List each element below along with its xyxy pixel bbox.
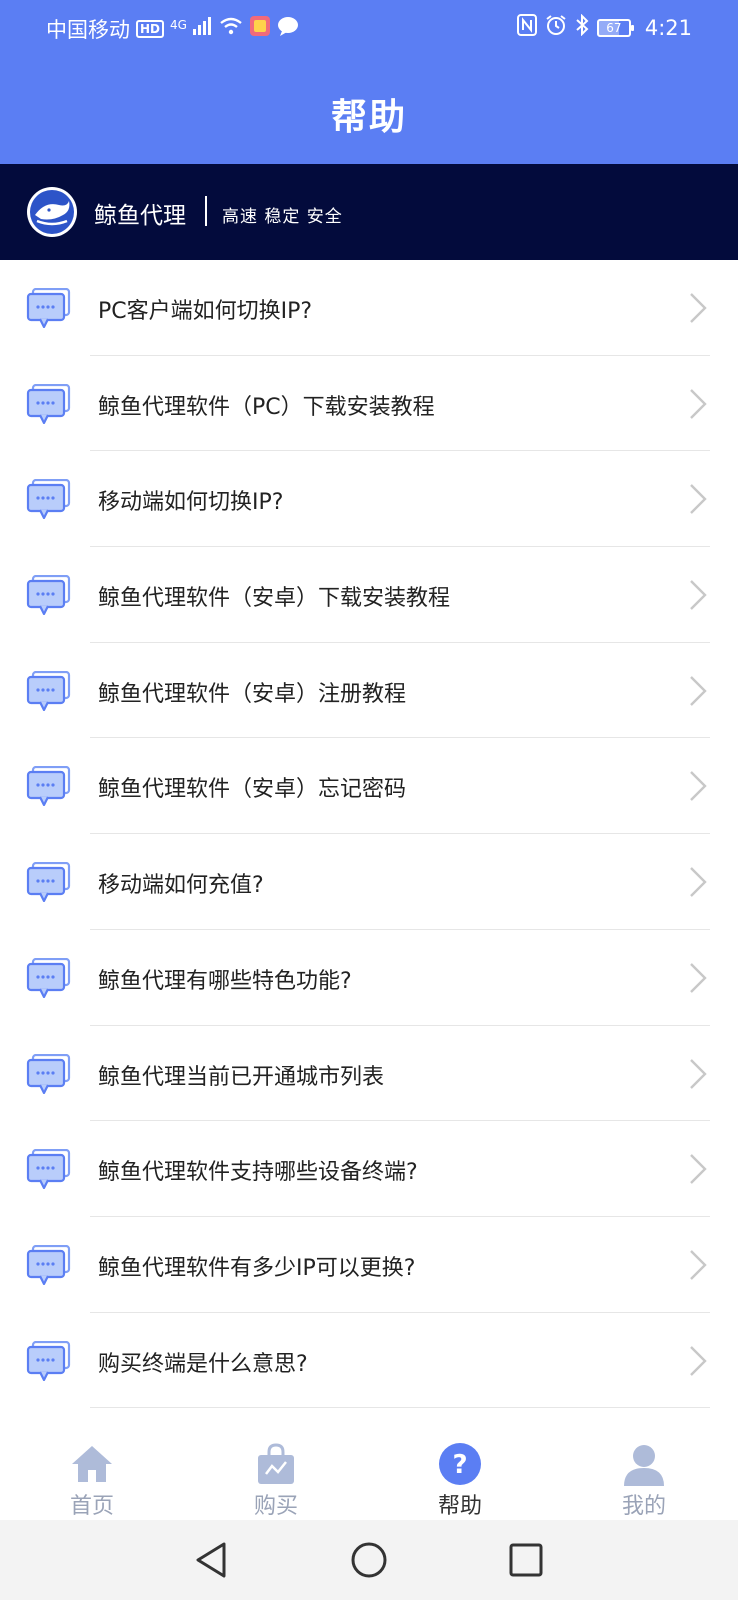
faq-item[interactable]: 鲸鱼代理当前已开通城市列表 [0, 1026, 738, 1122]
faq-item[interactable]: 购买终端是什么意思? [0, 1313, 738, 1409]
chat-bubble-icon [26, 479, 72, 520]
brand-name: 鲸鱼代理 [94, 203, 186, 229]
status-left: 中国移动 HD 4G [46, 14, 299, 44]
chevron-right-icon [688, 292, 708, 324]
chevron-right-icon [688, 1345, 708, 1377]
tab-help[interactable]: ? 帮助 [368, 1432, 552, 1520]
bluetooth-icon [575, 13, 589, 42]
faq-question: 鲸鱼代理软件（安卓）忘记密码 [98, 777, 407, 803]
chat-bubble-icon [26, 766, 72, 807]
faq-item[interactable]: 鲸鱼代理软件（安卓）下载安装教程 [0, 547, 738, 643]
chat-bubble-icon [26, 1340, 72, 1381]
chevron-right-icon [688, 388, 708, 420]
shopping-bag-icon [254, 1442, 298, 1486]
faq-question: 购买终端是什么意思? [98, 1351, 308, 1377]
faq-item[interactable]: 移动端如何充值? [0, 834, 738, 930]
faq-item[interactable]: 鲸鱼代理软件支持哪些设备终端? [0, 1121, 738, 1217]
tab-home[interactable]: 首页 [0, 1432, 184, 1520]
chevron-right-icon [688, 1249, 708, 1281]
tab-label: 我的 [621, 1494, 666, 1519]
faq-list: PC客户端如何切换IP? 鲸鱼代理软件（PC）下载安装教程 移动端如何切换IP? 鲸鱼… [0, 260, 738, 1409]
chat-bubble-icon [26, 1244, 72, 1285]
nfc-icon [516, 14, 537, 42]
home-icon [70, 1442, 114, 1486]
carrier-label: 中国移动 [46, 18, 130, 42]
recents-icon[interactable] [504, 1538, 548, 1582]
faq-question: 鲸鱼代理软件有多少IP可以更换? [98, 1255, 416, 1281]
faq-item[interactable]: 鲸鱼代理软件有多少IP可以更换? [0, 1217, 738, 1313]
chevron-right-icon [688, 483, 708, 515]
signal-icon [192, 17, 213, 41]
brand-banner: 鲸鱼代理 高速 稳定 安全 [0, 164, 738, 260]
divider [90, 1407, 710, 1409]
faq-question: 鲸鱼代理有哪些特色功能? [98, 968, 352, 994]
brand-divider [205, 196, 207, 226]
tab-label: 帮助 [437, 1494, 482, 1519]
chevron-right-icon [688, 962, 708, 994]
faq-item[interactable]: 鲸鱼代理软件（PC）下载安装教程 [0, 356, 738, 452]
help-icon: ? [438, 1442, 482, 1486]
chat-bubble-icon [26, 574, 72, 616]
chevron-right-icon [688, 1058, 708, 1090]
app-header: 帮助 [0, 58, 738, 164]
faq-question: 鲸鱼代理当前已开通城市列表 [98, 1064, 385, 1090]
chat-bubble-icon [26, 957, 72, 998]
app-notification-icon [249, 15, 271, 43]
faq-question: 移动端如何充值? [98, 873, 264, 899]
chat-bubble-icon [26, 383, 72, 424]
hd-badge: HD [136, 20, 165, 38]
faq-item[interactable]: 鲸鱼代理软件（安卓）忘记密码 [0, 738, 738, 835]
chevron-right-icon [688, 579, 708, 611]
clock: 4:21 [644, 16, 692, 40]
chat-bubble-icon [26, 862, 72, 903]
faq-question: 移动端如何切换IP? [98, 490, 284, 516]
status-right: 67 4:21 [516, 13, 692, 42]
brand-tagline: 高速 稳定 安全 [222, 207, 343, 227]
system-nav-bar [0, 1520, 738, 1600]
user-icon [622, 1442, 666, 1486]
chevron-right-icon [688, 770, 708, 802]
faq-question: 鲸鱼代理软件（安卓）下载安装教程 [98, 586, 451, 612]
chevron-right-icon [688, 1153, 708, 1185]
svg-text:?: ? [452, 1450, 467, 1480]
wifi-icon [219, 17, 243, 41]
status-bar: 中国移动 HD 4G 67 4:21 [0, 0, 738, 58]
network-label: 4G [170, 18, 187, 32]
home-circle-icon[interactable] [347, 1538, 391, 1582]
faq-question: 鲸鱼代理软件（PC）下载安装教程 [98, 394, 435, 420]
back-icon[interactable] [190, 1538, 234, 1582]
faq-question: 鲸鱼代理软件（安卓）注册教程 [98, 681, 407, 707]
faq-question: PC客户端如何切换IP? [98, 299, 313, 324]
alarm-icon [545, 14, 567, 42]
faq-item[interactable]: 鲸鱼代理软件（安卓）注册教程 [0, 643, 738, 739]
tab-label: 购买 [253, 1494, 298, 1519]
message-icon [277, 16, 299, 42]
tab-mine[interactable]: 我的 [552, 1432, 736, 1520]
faq-item[interactable]: 移动端如何切换IP? [0, 451, 738, 548]
tab-label: 首页 [69, 1494, 114, 1519]
tab-buy[interactable]: 购买 [184, 1432, 368, 1520]
chat-bubble-icon [26, 1053, 72, 1094]
battery-icon: 67 [596, 19, 634, 37]
chat-bubble-icon [26, 287, 72, 329]
page-title: 帮助 [330, 97, 407, 138]
chat-bubble-icon [26, 670, 72, 711]
chat-bubble-icon [26, 1149, 72, 1190]
chevron-right-icon [688, 866, 708, 898]
faq-item[interactable]: 鲸鱼代理有哪些特色功能? [0, 930, 738, 1026]
chevron-right-icon [688, 675, 708, 707]
bottom-tab-bar: 首页 购买 ? 帮助 我的 [0, 1432, 738, 1520]
whale-logo-icon [27, 187, 77, 237]
faq-question: 鲸鱼代理软件支持哪些设备终端? [98, 1160, 418, 1186]
faq-item[interactable]: PC客户端如何切换IP? [0, 260, 738, 356]
battery-level: 67 [606, 21, 622, 35]
